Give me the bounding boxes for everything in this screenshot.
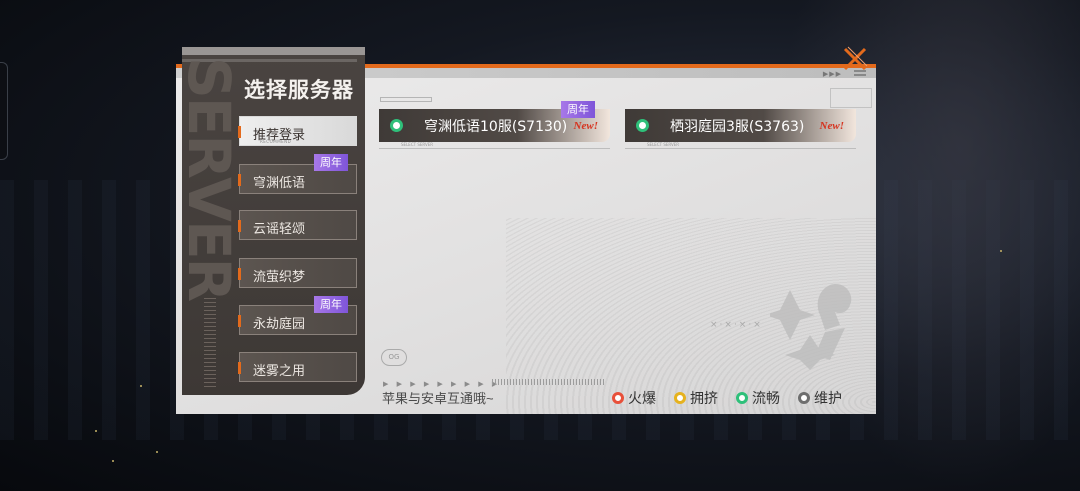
server-card-foot: SELECT SERVER xyxy=(625,142,856,149)
sidebar-watermark: SERVER xyxy=(182,57,243,301)
smooth-status-icon xyxy=(390,119,403,132)
legend-smooth: 流畅 xyxy=(736,388,780,408)
server-card[interactable]: 栖羽庭园3服(S3763) New! SELECT SERVER xyxy=(625,109,856,149)
close-button[interactable] xyxy=(840,44,870,74)
panel-corner-decor xyxy=(830,88,872,108)
smooth-status-icon xyxy=(736,392,748,404)
sidebar-item-label: 穹渊低语 xyxy=(253,176,306,191)
new-tag: New! xyxy=(573,120,598,132)
anniversary-badge: 周年 xyxy=(314,154,348,171)
hot-status-icon xyxy=(612,392,624,404)
item-accent xyxy=(238,315,241,327)
legend-label: 流畅 xyxy=(752,390,780,406)
panel-decor-bar xyxy=(380,97,432,102)
item-accent xyxy=(238,174,241,186)
server-group-sidebar: SERVER 选择服务器 推荐登录 RECOMMEND 穹渊低语 云谣轻颂 流萤… xyxy=(182,47,365,395)
server-card-foot: SELECT SERVER xyxy=(379,142,610,149)
anniversary-badge: 周年 xyxy=(314,296,348,313)
new-tag: New! xyxy=(819,120,844,132)
cross-platform-note: 苹果与安卓互通哦~ xyxy=(382,391,494,406)
barcode-decor xyxy=(492,379,604,385)
sparkle xyxy=(95,430,97,432)
legend-maintenance: 维护 xyxy=(798,388,842,408)
dragon-emblem-icon xyxy=(770,284,852,370)
server-name: 穹渊低语10服(S7130) xyxy=(424,119,568,135)
status-legend: 火爆 拥挤 流畅 维护 xyxy=(612,388,842,408)
active-accent xyxy=(238,126,241,138)
legend-label: 拥挤 xyxy=(690,390,718,406)
sparkle xyxy=(140,385,142,387)
ticker-arrows: ▶ ▶ ▶ ▶ ▶ ▶ ▶ ▶ ▶ xyxy=(383,380,501,388)
sidebar-item-recommended[interactable]: 推荐登录 RECOMMEND xyxy=(238,116,357,146)
smooth-status-icon xyxy=(636,119,649,132)
legend-crowded: 拥挤 xyxy=(674,388,718,408)
sidebar-stripes xyxy=(204,297,216,387)
sparkle xyxy=(156,451,158,453)
legend-label: 维护 xyxy=(814,390,842,406)
sidebar-item-label: 流萤织梦 xyxy=(253,270,306,285)
decor-dots: ×·×·×·× xyxy=(710,320,763,330)
legend-label: 火爆 xyxy=(628,390,656,406)
og-badge: OG xyxy=(381,349,407,366)
server-name: 栖羽庭园3服(S3763) xyxy=(670,119,805,135)
page-title: 选择服务器 xyxy=(244,78,354,102)
maintenance-status-icon xyxy=(798,392,810,404)
sidebar-item-sub: RECOMMEND xyxy=(260,139,292,144)
legend-hot: 火爆 xyxy=(612,388,656,408)
sidebar-item-yunyao[interactable]: 云谣轻颂 xyxy=(238,210,357,240)
crowded-status-icon xyxy=(674,392,686,404)
close-x-icon xyxy=(843,46,868,71)
sidebar-item-label: 永劫庭园 xyxy=(253,317,306,332)
sidebar-item-miwu[interactable]: 迷雾之用 xyxy=(238,352,357,382)
sidebar-item-liuying[interactable]: 流萤织梦 xyxy=(238,258,357,288)
item-accent xyxy=(238,362,241,374)
sparkle xyxy=(1000,250,1002,252)
item-accent xyxy=(238,268,241,280)
sidebar-item-label: 迷雾之用 xyxy=(253,364,306,379)
edge-handle[interactable] xyxy=(0,62,8,160)
server-card-body: 栖羽庭园3服(S3763) New! xyxy=(625,109,856,142)
anniversary-badge: 周年 xyxy=(561,101,595,118)
item-accent xyxy=(238,220,241,232)
sparkle xyxy=(112,460,114,462)
sidebar-top-bar xyxy=(182,47,365,55)
sidebar-item-label: 云谣轻颂 xyxy=(253,222,306,237)
